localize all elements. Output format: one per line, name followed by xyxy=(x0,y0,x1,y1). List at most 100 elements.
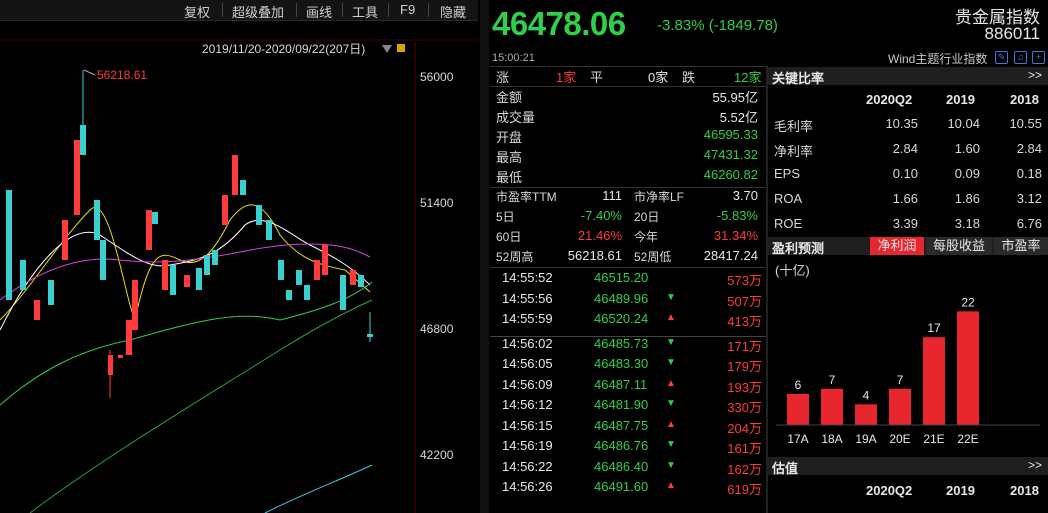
f9-button[interactable]: F9 xyxy=(400,2,415,17)
tick-volume: 162万 xyxy=(727,461,762,477)
draw-line-button[interactable]: 画线 xyxy=(306,2,332,21)
ratio-value: 1.86 xyxy=(954,191,980,206)
arrow-down-icon: ▼ xyxy=(666,357,676,368)
up-label: 涨 xyxy=(496,70,510,85)
forecast-category-label: 21E xyxy=(923,432,944,446)
valuation-label: 市盈率TTM xyxy=(496,190,557,204)
quote-row: 最低 46260.82 xyxy=(494,167,762,187)
tab-net-profit[interactable]: 净利润 xyxy=(870,237,924,255)
valuation-row: 52周高 56218.61 52周低 28417.24 xyxy=(494,248,762,268)
panel-divider[interactable] xyxy=(480,0,489,513)
tick-time: 14:56:26 xyxy=(502,479,553,494)
valuation-value: 111 xyxy=(602,188,622,203)
forecast-bar-value: 17 xyxy=(927,321,941,335)
tick-time: 14:56:22 xyxy=(502,458,553,474)
forecast-bar xyxy=(821,388,843,425)
forecast-bar-value: 4 xyxy=(863,388,870,402)
lock-icon[interactable] xyxy=(397,44,405,52)
forecast-bar xyxy=(855,404,877,425)
last-price: 46478.06 xyxy=(492,5,626,42)
date-range-label: 2019/11/20-2020/09/22(207日) xyxy=(202,42,365,56)
ratio-label: ROA xyxy=(774,191,803,206)
tick-time: 14:56:09 xyxy=(502,376,553,392)
valuation-label: 20日 xyxy=(634,210,660,224)
quote-value: 46595.33 xyxy=(703,127,758,142)
valuation-label: 52周低 xyxy=(634,250,672,264)
tick-price: 46486.76 xyxy=(594,438,649,453)
arrow-up-icon: ▲ xyxy=(666,418,676,430)
high-marker-line xyxy=(83,69,96,76)
ratio-label: 毛利率 xyxy=(774,119,814,134)
ratio-value: 3.18 xyxy=(954,216,980,231)
tick-volume: 171万 xyxy=(727,338,762,354)
ratio-value: 10.04 xyxy=(947,116,980,131)
forecast-bar xyxy=(957,311,979,425)
tick-row: 14:55:59 46520.24 ▲ 413万 xyxy=(498,311,762,335)
tick-volume: 507万 xyxy=(727,293,762,309)
quote-label: 金额 xyxy=(496,90,523,105)
key-ratios-title: 关键比率 xyxy=(772,71,825,86)
estimate-more-button[interactable]: >> xyxy=(1028,458,1042,472)
quote-row: 成交量 5.52亿 xyxy=(494,107,762,127)
valuation-row: 5日 -7.40% 20日 -5.83% xyxy=(494,208,762,228)
tab-eps[interactable]: 每股收益 xyxy=(926,237,992,255)
ratio-value: 0.18 xyxy=(1016,166,1042,181)
ratio-value: 1.66 xyxy=(892,191,918,206)
key-ratios-header[interactable]: 关键比率 >> xyxy=(768,67,1048,86)
market-breadth: 涨 1家 平 0家 跌 12家 xyxy=(494,67,762,87)
add-icon[interactable]: + xyxy=(1032,51,1045,64)
arrow-down-icon: ▼ xyxy=(666,439,676,450)
key-ratios-more-button[interactable]: >> xyxy=(1028,68,1042,82)
edit-icon[interactable]: ✎ xyxy=(995,51,1008,64)
high-price-label: 56218.61 xyxy=(97,68,147,82)
tick-price: 46520.24 xyxy=(594,311,649,326)
quote-time: 15:00:21 xyxy=(492,52,535,64)
dropdown-arrow-icon[interactable] xyxy=(382,45,392,53)
forecast-bar xyxy=(889,388,911,425)
price-change: -3.83% (-1849.78) xyxy=(657,17,778,34)
arrow-down-icon: ▼ xyxy=(666,398,676,409)
flat-label: 平 xyxy=(590,70,604,85)
overlay-button[interactable]: 超级叠加 xyxy=(232,2,284,21)
ratio-value: 3.39 xyxy=(892,216,918,231)
quote-label: 最低 xyxy=(496,170,523,185)
ratio-value: 2.84 xyxy=(892,141,918,156)
ratio-value: 10.35 xyxy=(885,116,918,131)
estimate-col-header: 2018 xyxy=(1010,483,1039,498)
forecast-category-label: 18A xyxy=(821,432,842,446)
valuation-value: -7.40% xyxy=(580,208,622,223)
toolbar-divider xyxy=(342,3,343,17)
estimate-header[interactable]: 估值 >> xyxy=(768,457,1048,476)
valuation-value: -5.83% xyxy=(716,208,758,223)
ratio-label: 净利率 xyxy=(774,144,814,159)
bell-icon[interactable]: ♫ xyxy=(1014,51,1027,64)
quote-label: 最高 xyxy=(496,150,523,165)
tick-volume: 413万 xyxy=(727,314,762,329)
tick-time: 14:56:15 xyxy=(502,417,553,433)
ratio-value: 3.12 xyxy=(1016,191,1042,206)
candlesticks xyxy=(6,70,373,398)
tick-volume: 330万 xyxy=(727,400,762,415)
forecast-bar-chart: 6 17A 7 18A 4 19A 7 20E 17 21E 22 22E xyxy=(776,295,1040,446)
kline-chart[interactable]: 2019/11/20-2020/09/22(207日) 56000 51400 … xyxy=(0,20,478,513)
tools-button[interactable]: 工具 xyxy=(352,2,378,21)
ma60-line xyxy=(0,281,373,406)
tick-price: 46481.90 xyxy=(594,397,649,412)
tick-time: 14:55:56 xyxy=(502,290,553,306)
tick-price: 46489.96 xyxy=(594,290,649,306)
adjust-button[interactable]: 复权 xyxy=(184,2,210,21)
valuation-value: 28417.24 xyxy=(703,248,758,263)
hide-button[interactable]: 隐藏 xyxy=(440,2,466,21)
valuation-row: 市盈率TTM 111 市净率LF 3.70 xyxy=(494,188,762,208)
tab-pe[interactable]: 市盈率 xyxy=(994,237,1048,255)
ratio-value: 2.84 xyxy=(1016,141,1042,156)
ma250-line xyxy=(264,464,373,513)
estimate-col-header: 2019 xyxy=(946,483,975,498)
ratio-col-header: 2019 xyxy=(946,92,975,107)
y-tick-label: 46800 xyxy=(420,322,454,336)
tick-price: 46491.60 xyxy=(594,479,649,494)
ratio-label: EPS xyxy=(774,166,801,181)
quote-value: 46260.82 xyxy=(703,167,758,182)
estimate-title: 估值 xyxy=(772,461,799,476)
tick-price: 46487.75 xyxy=(594,417,649,433)
